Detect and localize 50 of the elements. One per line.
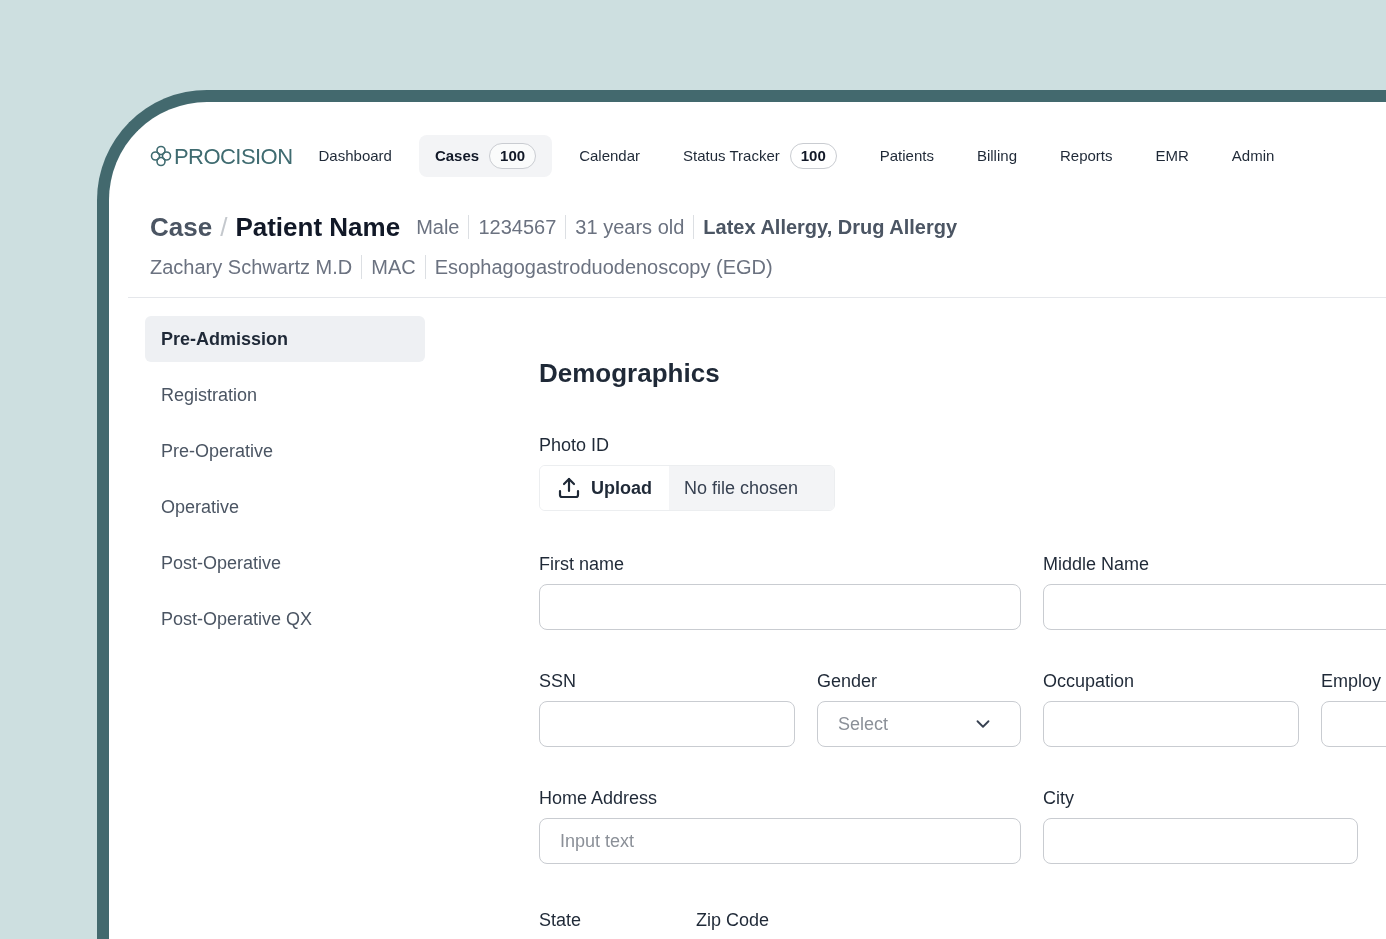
case-detail: MAC: [371, 255, 416, 280]
nav-tab[interactable]: Billing: [960, 135, 1033, 177]
breadcrumb-separator: /: [220, 210, 228, 244]
upload-icon: [557, 476, 581, 500]
nav-tab[interactable]: Admin: [1215, 135, 1291, 177]
breadcrumb-section[interactable]: Case: [150, 207, 213, 247]
file-status: No file chosen: [669, 466, 834, 510]
field-label: First name: [539, 554, 626, 574]
brand-name: PROCISION: [174, 142, 293, 171]
nav-tab[interactable]: Cases 100: [418, 135, 553, 177]
step-nav-item[interactable]: Pre-Admission: [145, 316, 425, 362]
field-label: Photo ID: [539, 435, 611, 455]
step-nav-item[interactable]: Operative: [145, 484, 425, 530]
field-label: SSN: [539, 671, 577, 691]
text-field[interactable]: [1043, 701, 1299, 747]
nav-tab[interactable]: Reports: [1044, 135, 1129, 177]
patient-meta: 31 years old: [575, 215, 685, 240]
field-label: Middle Name: [1043, 554, 1151, 574]
text-field[interactable]: [1043, 584, 1386, 630]
step-nav-item[interactable]: Post-Operative QX: [145, 596, 425, 642]
patient-meta: 1234567: [478, 215, 557, 240]
field-label: Zip Code: [696, 910, 771, 930]
case-detail: Esophagogastroduodenoscopy (EGD): [434, 255, 773, 280]
field-label: Employ: [1321, 671, 1383, 691]
nav-tab[interactable]: Status Tracker 100: [667, 135, 853, 177]
text-field[interactable]: Input text: [539, 818, 1021, 864]
patient-meta: Male: [416, 215, 460, 240]
section-title: Demographics: [539, 357, 721, 390]
allergies: Latex Allergy, Drug Allergy: [703, 215, 958, 240]
step-nav-item[interactable]: Pre-Operative: [145, 428, 425, 474]
field-label: Gender: [817, 671, 879, 691]
text-field[interactable]: [1043, 818, 1358, 864]
case-detail: Zachary Schwartz M.D: [150, 255, 353, 280]
nav-tab[interactable]: Dashboard: [302, 135, 408, 177]
nav-tab[interactable]: Calendar: [563, 135, 656, 177]
text-field[interactable]: [539, 701, 795, 747]
field-label: Home Address: [539, 788, 659, 808]
field-label: City: [1043, 788, 1075, 808]
field-label: Occupation: [1043, 671, 1136, 691]
file-upload-field[interactable]: Upload No file chosen: [539, 465, 835, 511]
step-nav-item[interactable]: Registration: [145, 372, 425, 418]
field-label: State: [539, 910, 583, 930]
nav-tab[interactable]: Patients: [863, 135, 950, 177]
nav-tab[interactable]: EMR: [1139, 135, 1205, 177]
text-field[interactable]: [539, 584, 1021, 630]
logo-icon: [150, 145, 172, 167]
step-nav-item[interactable]: Post-Operative: [145, 540, 425, 586]
count-badge: 100: [489, 143, 537, 169]
patient-name: Patient Name: [235, 210, 401, 244]
count-badge: 100: [789, 143, 837, 169]
